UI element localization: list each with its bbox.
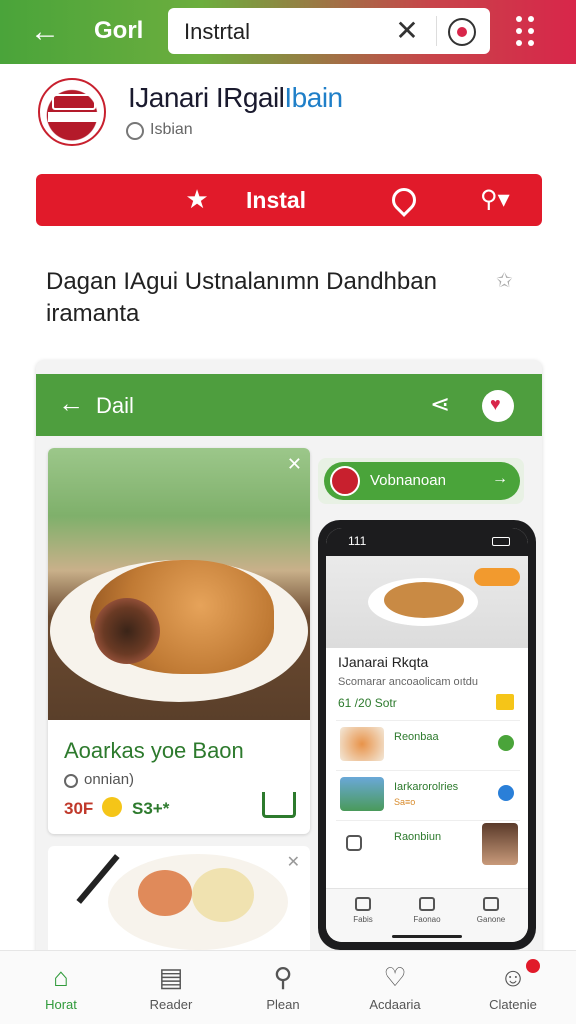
recipe-time: onnian) (84, 771, 135, 788)
search-icon: ⚲ (273, 962, 293, 992)
app-short-name: Gorl (94, 17, 144, 44)
smiley-icon (102, 797, 122, 817)
nav-label: Horat (45, 997, 77, 1012)
heart-icon: ♡ (383, 962, 407, 992)
key-dropdown-icon[interactable]: ⚲▾ (480, 186, 524, 214)
phone-meta-badge (496, 694, 514, 710)
share-icon: ⋖ (430, 391, 451, 418)
phone-nav-label: Ganone (476, 915, 506, 924)
phone-nav-item: Ganone (466, 897, 516, 937)
install-bar: ★ Instal ⚲▾ (36, 174, 542, 226)
search-divider (436, 16, 437, 46)
top-bar: ← Gorl Instrtal ✕ (0, 0, 576, 64)
phone-nav-label: Faonao (413, 915, 441, 924)
more-menu-icon[interactable] (516, 16, 538, 46)
nav-home[interactable]: ⌂ Horat (16, 963, 106, 1019)
list-item-label: Raonbiun (394, 831, 442, 843)
star-icon[interactable]: ★ (182, 184, 212, 214)
list-item-label: Iarkarorolries (394, 781, 459, 793)
screenshot-top-bar: ← Dail ⋖ (36, 374, 542, 436)
screenshot-bar-title: Dail (96, 393, 134, 418)
promo-text: Vobnanoan (370, 472, 446, 489)
list-item-sub: Sa≡o (394, 797, 416, 807)
phone-nav-label: Fabis (353, 915, 373, 924)
phone-bottom-nav: Fabis Faonao Ganone (326, 888, 528, 942)
developer-name[interactable]: Isbian (150, 121, 193, 139)
gear-icon (498, 785, 514, 801)
close-icon: ✕ (286, 854, 300, 871)
phone-time: 111 (348, 534, 367, 548)
phone-recipe-meta: 61 /20 Sotr (338, 696, 397, 710)
reader-icon: ▤ (158, 962, 184, 992)
app-title-main: IJanari IRgail (128, 82, 285, 113)
app-screenshot[interactable]: ← Dail ⋖ ✕ Aoarkas yoe Baon onnian) 30F … (36, 360, 542, 960)
back-arrow-icon[interactable]: ← (30, 14, 66, 50)
developer-icon (126, 122, 144, 140)
recipe-name: Aoarkas yoe Baon (64, 738, 244, 763)
list-item: Raonbiun (336, 820, 520, 866)
location-pin-icon[interactable] (387, 183, 421, 217)
notification-badge (526, 959, 540, 973)
phone-status-bar: 111 (326, 528, 528, 556)
phone-badge (474, 568, 520, 586)
nav-label: Acdaaria (369, 997, 421, 1012)
nav-reader[interactable]: ▤ Reader (126, 963, 216, 1019)
phone-nav-item: Faonao (402, 897, 452, 937)
recipe-score: 30F (64, 799, 94, 818)
nav-label: Reader (149, 997, 193, 1012)
nav-label: Plean (266, 997, 300, 1012)
bottom-nav: ⌂ Horat ▤ Reader ⚲ Plean ♡ Acdaaria ☺ Cl… (0, 950, 576, 1024)
phone-mockup: 111 IJanarai Rkqta Scomarar ancoaolicam … (318, 520, 536, 950)
phone-recipe-title: IJanarai Rkqta (338, 654, 429, 670)
list-item: Iarkarorolries Sa≡o (336, 770, 520, 816)
phone-nav-item: Fabis (338, 897, 388, 937)
phone-recipe-subtitle: Scomarar ancoaolicam oıtdu (338, 676, 479, 688)
list-item: Reonbaa (336, 720, 520, 766)
install-button[interactable]: Instal (246, 187, 306, 214)
close-icon: ✕ (286, 454, 302, 474)
app-title: IJanari IRgailIbain (128, 82, 343, 114)
chat-icon: ☺ (499, 962, 527, 992)
basket-icon (262, 792, 296, 818)
promo-banner: Vobnanoan → (318, 458, 524, 504)
search-input[interactable]: Instrtal ✕ (168, 8, 490, 54)
battery-icon (492, 537, 510, 546)
nav-chat[interactable]: ☺ Clatenie (468, 959, 558, 1019)
nav-favorites[interactable]: ♡ Acdaaria (350, 963, 440, 1019)
app-store-page: ← Gorl Instrtal ✕ IJanari IRgailIbain Is… (0, 0, 576, 1024)
home-icon: ⌂ (53, 962, 69, 992)
clock-icon (64, 774, 78, 788)
star-outline-icon[interactable]: ✩ (496, 270, 518, 292)
recipe-photo: ✕ (48, 448, 310, 720)
app-title-accent: Ibain (284, 82, 343, 113)
app-description: Dagan IAgui Ustnalanımn Dandhban iramant… (46, 268, 437, 327)
promo-logo (330, 466, 360, 496)
arrow-icon: → (492, 470, 508, 487)
search-query[interactable]: Instrtal (184, 19, 250, 45)
avatar (482, 823, 518, 865)
nav-label: Clatenie (489, 997, 537, 1012)
recipe-card: ✕ (48, 846, 310, 960)
list-item-label: Reonbaa (394, 731, 439, 743)
nav-search[interactable]: ⚲ Plean (238, 963, 328, 1019)
app-logo (38, 78, 106, 146)
heart-icon (482, 390, 514, 422)
recipe-count: S3+* (132, 799, 170, 818)
back-arrow-icon: ← (58, 388, 84, 418)
recipe-card: ✕ Aoarkas yoe Baon onnian) 30F S3+* (48, 448, 310, 834)
check-icon (498, 735, 514, 751)
voice-search-icon[interactable] (448, 18, 476, 46)
clear-icon[interactable]: ✕ (390, 14, 424, 48)
